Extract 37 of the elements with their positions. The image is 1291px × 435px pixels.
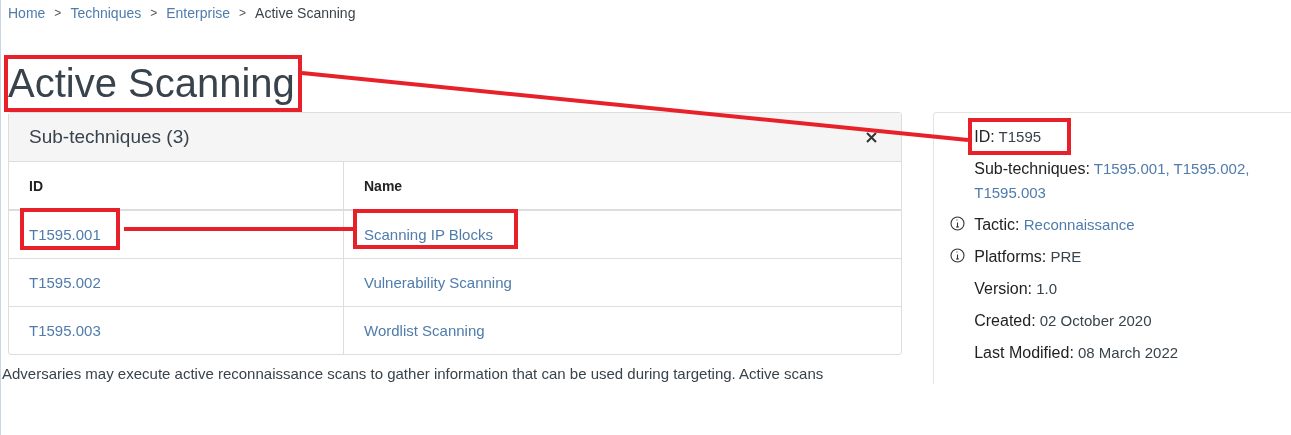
field-value: 02 October 2020 — [1039, 312, 1152, 329]
field-label: ID: — [974, 128, 995, 145]
close-icon[interactable] — [866, 131, 878, 143]
field-label: Sub-techniques: — [974, 160, 1090, 177]
breadcrumb-separator: > — [239, 6, 247, 20]
subtechnique-name-link[interactable]: Wordlist Scanning — [364, 322, 485, 339]
field-label: Tactic: — [974, 216, 1020, 233]
subtechnique-link[interactable]: T1595.001, — [1093, 160, 1170, 177]
info-icon — [949, 248, 965, 263]
subtechnique-id-link[interactable]: T1595.003 — [29, 322, 101, 339]
breadcrumb-link[interactable]: Home — [8, 5, 46, 21]
breadcrumb-link[interactable]: Techniques — [70, 5, 142, 21]
page-title: Active Scanning — [8, 61, 295, 105]
card-heading: Sub-techniques (3) — [29, 126, 190, 148]
subtechnique-link[interactable]: T1595.003 — [974, 184, 1046, 201]
column-header: Name — [343, 162, 902, 210]
breadcrumb-separator: > — [150, 6, 158, 20]
field-label: Version: — [974, 280, 1033, 297]
subtechnique-name-link[interactable]: Vulnerability Scanning — [364, 274, 512, 291]
subtechnique-id-link[interactable]: T1595.002 — [29, 274, 101, 291]
column-header: ID — [9, 162, 344, 210]
subtechnique-id-link[interactable]: T1595.001 — [29, 226, 101, 243]
field-value: 08 March 2022 — [1078, 344, 1179, 361]
field-value: T1595 — [998, 128, 1042, 145]
subtechnique-name-link[interactable]: Scanning IP Blocks — [364, 226, 493, 243]
field-label: Platforms: — [974, 248, 1047, 265]
field-label: Last Modified: — [974, 344, 1074, 361]
breadcrumb-separator: > — [54, 6, 62, 20]
info-icon — [949, 216, 965, 231]
field-value: PRE — [1050, 248, 1082, 265]
field-label: Created: — [974, 312, 1036, 329]
description-text: Adversaries may execute active reconnaissance scans to gather information that can be used during targeting. Active scans — [2, 365, 825, 382]
tactic-link[interactable]: Reconnaissance — [1023, 216, 1135, 233]
breadcrumb-link[interactable]: Enterprise — [166, 5, 231, 21]
subtechnique-link[interactable]: T1595.002, — [1173, 160, 1250, 177]
field-value: 1.0 — [1036, 280, 1058, 297]
current-page-label: Active Scanning — [255, 5, 356, 21]
